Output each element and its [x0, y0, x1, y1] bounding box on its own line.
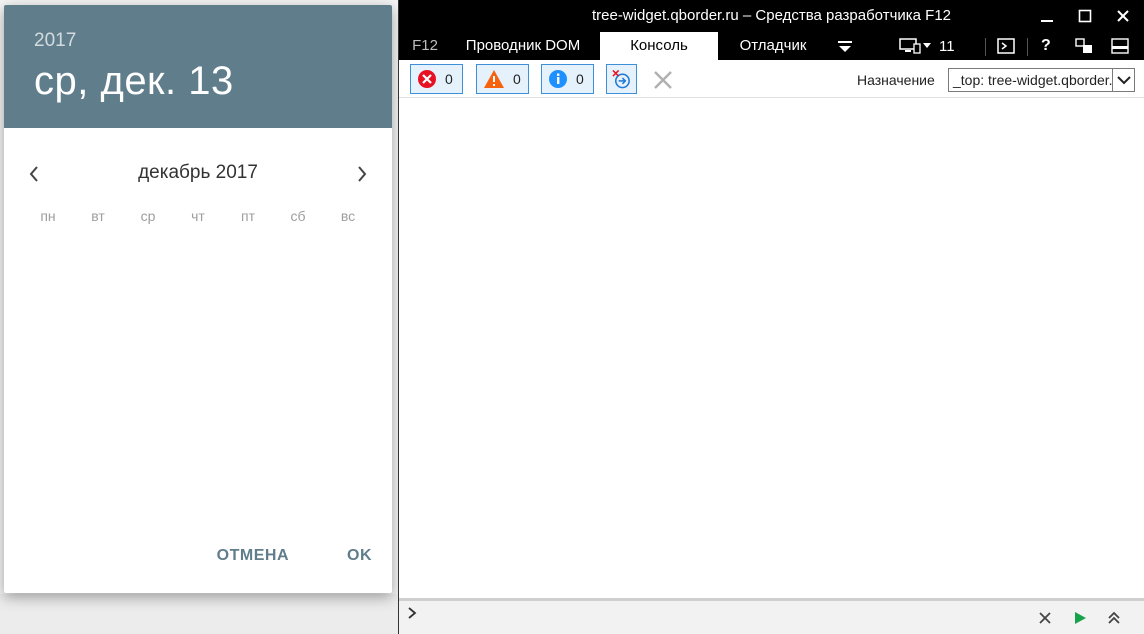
- clear-icon: [654, 71, 672, 89]
- close-window-button[interactable]: [1113, 6, 1133, 26]
- weekday-header-row: пн вт ср чт пт сб вс: [4, 206, 392, 226]
- date-picker-dialog: 2017 ср, дек. 13 декабрь 2017 пн вт ср ч…: [4, 5, 392, 593]
- warnings-count: 0: [513, 71, 521, 87]
- maximize-icon: [1078, 9, 1092, 23]
- weekday-label: чт: [191, 208, 205, 224]
- console-toolbar: 0 0 0 Назначение _top: tree-widget.qbord…: [399, 60, 1144, 98]
- weekday-label: ср: [140, 208, 156, 224]
- dock-bottom-button[interactable]: [1111, 36, 1129, 56]
- weekday-label: пт: [241, 208, 255, 224]
- undock-button[interactable]: [1075, 36, 1093, 56]
- month-label: декабрь 2017: [138, 162, 258, 183]
- tab-separator: [1027, 38, 1028, 56]
- dialog-actions: ОТМЕНА OK: [197, 539, 392, 573]
- target-select-value: _top: tree-widget.qborder.ru: [953, 72, 1125, 88]
- dropdown-arrow-icon: [923, 43, 931, 48]
- tab-debugger[interactable]: Отладчик: [725, 32, 821, 60]
- prompt-chevron-icon: [408, 607, 417, 619]
- weekday-label: вт: [91, 208, 105, 224]
- dock-icon: [1111, 38, 1129, 54]
- overflow-arrow-icon: [838, 41, 852, 52]
- selected-date: ср, дек. 13: [34, 59, 234, 103]
- tab-f12[interactable]: F12: [405, 32, 445, 60]
- weekday-label: вс: [340, 208, 356, 224]
- warning-icon: [484, 70, 504, 88]
- double-chevron-up-icon: [1108, 611, 1120, 624]
- background-page-bottom: [0, 594, 400, 634]
- ok-button[interactable]: OK: [327, 539, 392, 573]
- warnings-filter-button[interactable]: 0: [476, 64, 529, 94]
- chevron-down-icon: [1116, 76, 1131, 85]
- devtools-window: tree-widget.qborder.ru – Средства разраб…: [398, 0, 1144, 634]
- tab-console[interactable]: Консоль: [600, 32, 718, 60]
- console-toggle-button[interactable]: [997, 36, 1015, 56]
- info-filter-button[interactable]: 0: [541, 64, 594, 94]
- minimize-button[interactable]: [1037, 6, 1057, 26]
- errors-filter-button[interactable]: 0: [410, 64, 463, 94]
- console-output[interactable]: [399, 98, 1144, 598]
- undock-icon: [1075, 38, 1092, 53]
- expand-input-button[interactable]: [1105, 609, 1123, 627]
- weekday-label: пн: [40, 208, 56, 224]
- help-button[interactable]: ?: [1041, 36, 1051, 56]
- weekday-label: сб: [290, 208, 306, 224]
- tab-separator: [985, 38, 986, 56]
- target-select[interactable]: _top: tree-widget.qborder.ru: [948, 68, 1135, 92]
- target-label: Назначение: [857, 72, 935, 88]
- year-selector[interactable]: 2017: [34, 29, 362, 53]
- next-month-button[interactable]: [344, 156, 380, 192]
- help-icon: ?: [1041, 37, 1051, 54]
- console-prompt: [407, 606, 417, 625]
- maximize-button[interactable]: [1075, 6, 1095, 26]
- tab-dom-explorer[interactable]: Проводник DOM: [453, 32, 593, 60]
- info-icon: [549, 70, 567, 88]
- console-input-bar[interactable]: [399, 598, 1144, 634]
- clear-on-navigate-icon: [612, 69, 630, 89]
- clear-input-button[interactable]: [1036, 609, 1054, 627]
- date-picker-header: 2017 ср, дек. 13: [4, 5, 392, 128]
- select-dropdown-button[interactable]: [1112, 69, 1134, 91]
- devtools-tab-bar: F12 Проводник DOM Консоль Отладчик 11 ?: [399, 32, 1144, 60]
- minimize-icon: [1041, 20, 1053, 22]
- cancel-button[interactable]: ОТМЕНА: [197, 539, 309, 573]
- error-icon: [418, 70, 436, 88]
- console-prompt-icon: [997, 38, 1015, 54]
- play-icon: [1075, 612, 1086, 624]
- devtools-titlebar: tree-widget.qborder.ru – Средства разраб…: [399, 0, 1144, 32]
- info-count: 0: [576, 71, 584, 87]
- clear-on-navigate-button[interactable]: [606, 64, 637, 94]
- errors-count: 0: [445, 71, 453, 87]
- more-tabs-button[interactable]: [837, 36, 853, 56]
- monitor-icon: [899, 38, 921, 54]
- close-icon: [1117, 10, 1129, 22]
- month-navigation: декабрь 2017: [4, 142, 392, 202]
- chevron-right-icon: [358, 166, 367, 182]
- run-script-button[interactable]: [1071, 609, 1089, 627]
- emulation-button[interactable]: 11: [899, 36, 955, 56]
- window-title: tree-widget.qborder.ru – Средства разраб…: [591, 7, 952, 24]
- close-icon: [1039, 612, 1051, 624]
- emulation-version: 11: [939, 37, 955, 55]
- clear-console-button[interactable]: [651, 68, 675, 92]
